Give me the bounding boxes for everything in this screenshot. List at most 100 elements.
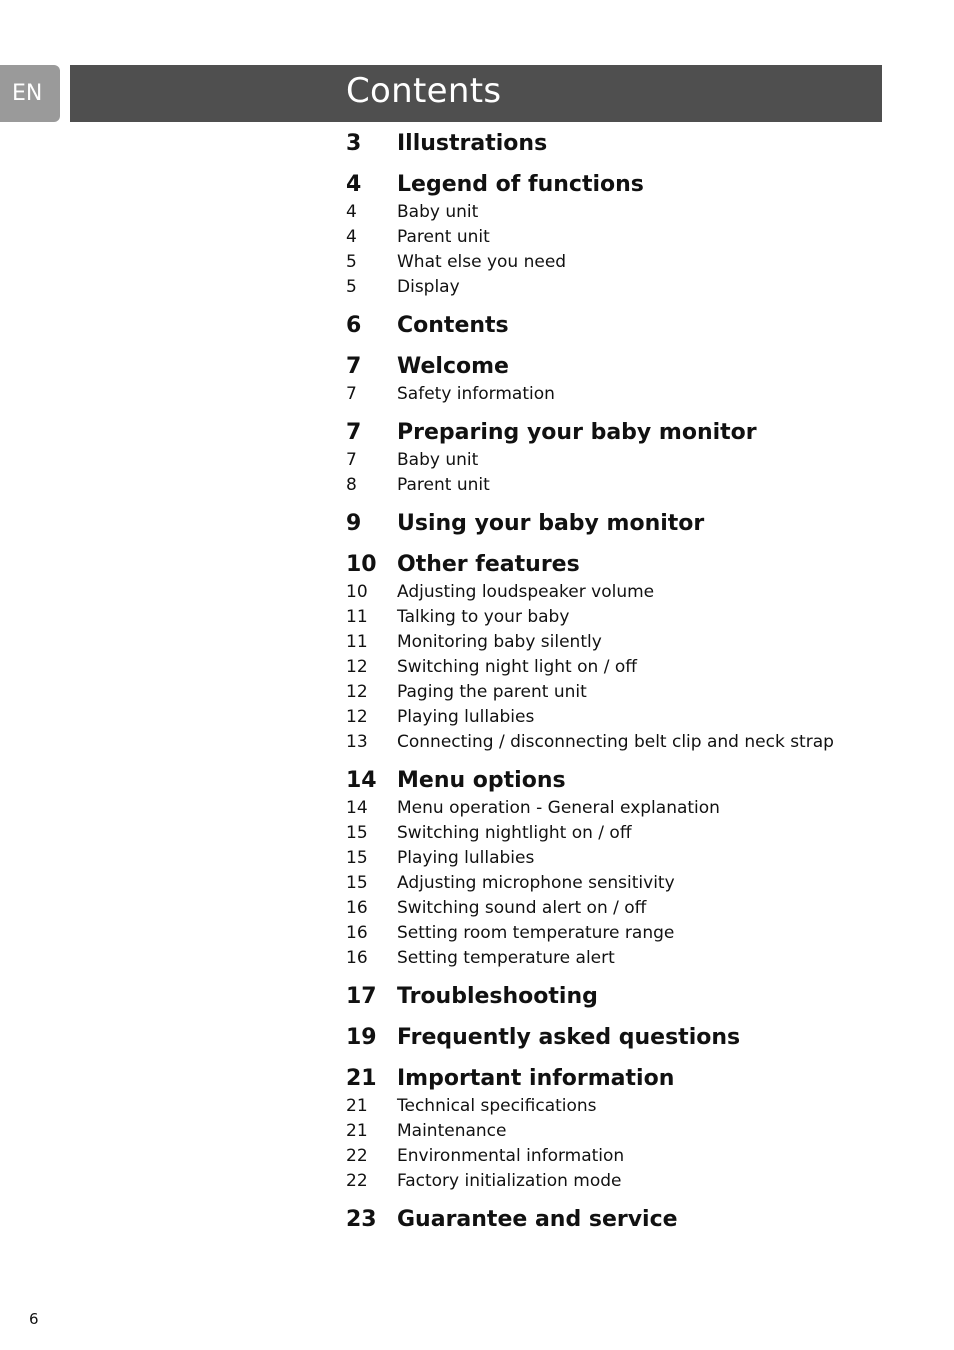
toc-item-title: Safety information [397,384,555,404]
toc-item-title: Switching nightlight on / off [397,823,632,843]
toc-heading[interactable]: 10 Other features [346,549,906,580]
toc-item[interactable]: 13 Connecting / disconnecting belt clip a… [346,730,906,755]
toc-item[interactable]: 12 Switching night light on / off [346,655,906,680]
toc-section: 4 Legend of functions 4 Baby unit 4 Parent un… [346,169,906,300]
toc-item-page: 12 [346,707,368,727]
toc-item[interactable]: 4 Baby unit [346,200,906,225]
toc-item-page: 13 [346,732,368,752]
toc-item[interactable]: 5 What else you need [346,250,906,275]
toc-heading[interactable]: 4 Legend of functions [346,169,906,200]
toc-item[interactable]: 8 Parent unit [346,473,906,498]
toc-item-page: 21 [346,1096,368,1116]
toc-section: 7 Welcome 7 Safety information [346,351,906,407]
page-number: 6 [29,1310,39,1328]
toc-item-page: 15 [346,823,368,843]
toc-heading[interactable]: 14 Menu options [346,765,906,796]
toc-item-title: Parent unit [397,475,490,495]
toc-section: 19 Frequently asked questions [346,1022,906,1053]
toc-heading-title: Important information [397,1066,675,1091]
toc-heading-title: Other features [397,552,580,577]
toc-section: 3 Illustrations [346,128,906,159]
toc-heading-title: Guarantee and service [397,1207,678,1232]
toc-item[interactable]: 4 Parent unit [346,225,906,250]
toc-item[interactable]: 15 Adjusting microphone sensitivity [346,871,906,896]
toc-heading-page: 21 [346,1066,377,1091]
toc-item-page: 8 [346,475,357,495]
toc-item[interactable]: 7 Safety information [346,382,906,407]
toc-item-page: 7 [346,450,357,470]
toc-heading-page: 9 [346,511,362,536]
toc-heading-page: 7 [346,354,362,379]
toc-item-page: 15 [346,848,368,868]
toc-item[interactable]: 5 Display [346,275,906,300]
toc-item-title: Factory initialization mode [397,1171,622,1191]
toc-heading[interactable]: 23 Guarantee and service [346,1204,906,1235]
toc-item-title: Environmental information [397,1146,625,1166]
toc-item[interactable]: 21 Technical specifications [346,1094,906,1119]
toc-item-title: Monitoring baby silently [397,632,602,652]
toc-item-page: 21 [346,1121,368,1141]
toc-item-title: Playing lullabies [397,848,535,868]
toc-heading[interactable]: 9 Using your baby monitor [346,508,906,539]
toc-item-page: 16 [346,948,368,968]
toc-heading-page: 4 [346,172,362,197]
toc-item-title: Menu operation - General explanation [397,798,720,818]
toc-item[interactable]: 22 Factory initialization mode [346,1169,906,1194]
toc-item-page: 5 [346,277,357,297]
toc-heading-title: Illustrations [397,131,548,156]
toc-heading-page: 17 [346,984,377,1009]
toc-item[interactable]: 15 Playing lullabies [346,846,906,871]
toc-item[interactable]: 11 Talking to your baby [346,605,906,630]
toc-item[interactable]: 12 Paging the parent unit [346,680,906,705]
toc-item[interactable]: 16 Switching sound alert on / off [346,896,906,921]
toc-item[interactable]: 10 Adjusting loudspeaker volume [346,580,906,605]
toc-item-title: Baby unit [397,202,479,222]
language-tab: EN [0,65,60,122]
toc-section: 7 Preparing your baby monitor 7 Baby unit 8 P… [346,417,906,498]
table-of-contents: 3 Illustrations 4 Legend of functions 4 Baby … [346,128,906,1245]
toc-heading[interactable]: 17 Troubleshooting [346,981,906,1012]
toc-heading[interactable]: 19 Frequently asked questions [346,1022,906,1053]
toc-heading-title: Menu options [397,768,566,793]
toc-item-title: Talking to your baby [397,607,570,627]
toc-heading-title: Contents [397,313,509,338]
toc-item-page: 12 [346,682,368,702]
toc-item-page: 11 [346,632,368,652]
toc-heading[interactable]: 7 Welcome [346,351,906,382]
toc-item[interactable]: 22 Environmental information [346,1144,906,1169]
toc-heading[interactable]: 21 Important information [346,1063,906,1094]
toc-item[interactable]: 21 Maintenance [346,1119,906,1144]
toc-item[interactable]: 7 Baby unit [346,448,906,473]
toc-item-title: Playing lullabies [397,707,535,727]
toc-item[interactable]: 15 Switching nightlight on / off [346,821,906,846]
toc-item-page: 15 [346,873,368,893]
toc-heading[interactable]: 3 Illustrations [346,128,906,159]
toc-heading[interactable]: 7 Preparing your baby monitor [346,417,906,448]
toc-heading-page: 6 [346,313,362,338]
toc-item[interactable]: 16 Setting temperature alert [346,946,906,971]
toc-item[interactable]: 11 Monitoring baby silently [346,630,906,655]
toc-item-title: What else you need [397,252,567,272]
toc-heading-title: Using your baby monitor [397,511,705,536]
toc-heading-title: Legend of functions [397,172,644,197]
toc-item-title: Setting room temperature range [397,923,675,943]
toc-heading[interactable]: 6 Contents [346,310,906,341]
toc-item-title: Setting temperature alert [397,948,615,968]
toc-heading-page: 23 [346,1207,377,1232]
toc-item-page: 4 [346,202,357,222]
toc-heading-page: 3 [346,131,362,156]
toc-item[interactable]: 12 Playing lullabies [346,705,906,730]
toc-item-title: Display [397,277,460,297]
toc-item[interactable]: 16 Setting room temperature range [346,921,906,946]
toc-item-title: Technical specifications [397,1096,597,1116]
toc-section: 6 Contents [346,310,906,341]
toc-section: 9 Using your baby monitor [346,508,906,539]
toc-item-page: 4 [346,227,357,247]
toc-item-page: 22 [346,1171,368,1191]
toc-section: 10 Other features 10 Adjusting loudspeaker … [346,549,906,755]
toc-item-page: 16 [346,923,368,943]
toc-item[interactable]: 14 Menu operation - General explanation [346,796,906,821]
toc-item-title: Parent unit [397,227,490,247]
toc-item-page: 14 [346,798,368,818]
toc-item-title: Paging the parent unit [397,682,587,702]
